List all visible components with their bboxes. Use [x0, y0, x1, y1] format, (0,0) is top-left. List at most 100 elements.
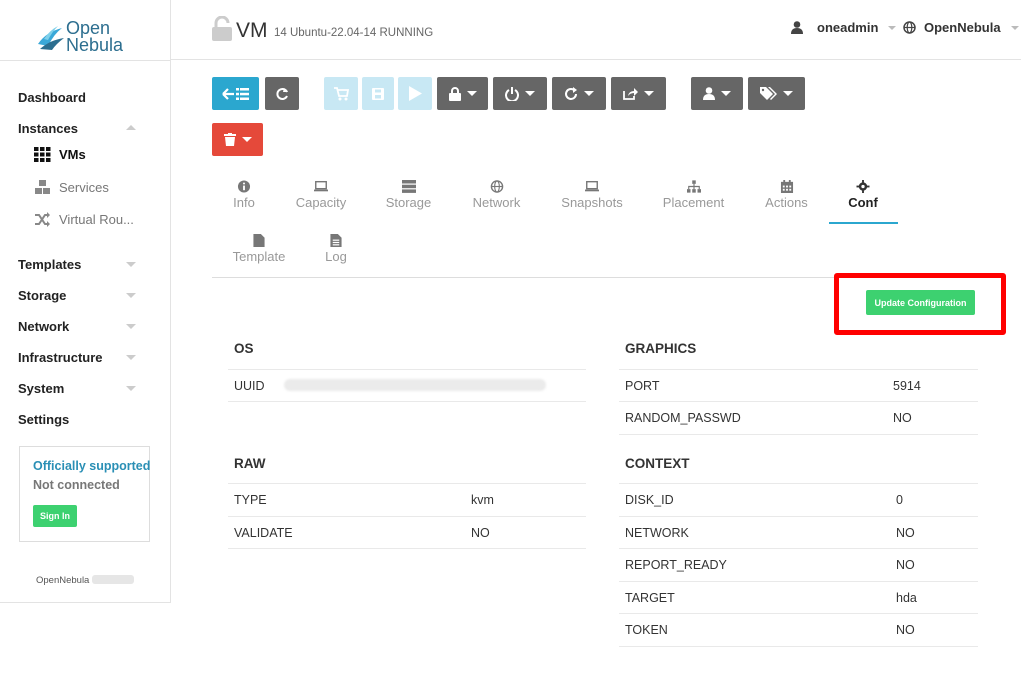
sitemap-icon — [686, 180, 701, 193]
sign-in-button[interactable]: Sign In — [33, 505, 77, 527]
tab-log[interactable]: Log — [320, 234, 352, 264]
laptop-icon — [314, 180, 328, 192]
cart-icon — [333, 86, 349, 100]
active-tab-indicator — [829, 222, 898, 224]
power-dropdown-button[interactable] — [493, 77, 547, 110]
user-icon — [703, 87, 715, 100]
file-icon — [253, 234, 265, 247]
table-row: TYPE kvm — [228, 483, 586, 515]
table-row: REPORT_READY NO — [619, 548, 978, 580]
tab-actions[interactable]: Actions — [760, 180, 813, 210]
sidebar-item-instances[interactable]: Instances — [18, 121, 78, 136]
tab-network[interactable]: Network — [466, 180, 527, 210]
sidebar-subitem-services[interactable]: Services — [34, 180, 109, 195]
sidebar-subitem-label: VMs — [59, 147, 86, 162]
row-key: UUID — [234, 379, 265, 393]
sidebar-item-templates[interactable]: Templates — [18, 257, 81, 272]
user-menu[interactable]: oneadmin — [791, 20, 897, 35]
version-text: OpenNebula — [36, 575, 90, 586]
play-button[interactable] — [398, 77, 432, 110]
tab-label: Actions — [765, 195, 808, 210]
sidebar-item-storage[interactable]: Storage — [18, 288, 66, 303]
caret-down-icon — [721, 91, 731, 96]
grid-icon — [34, 147, 51, 162]
migrate-dropdown-button[interactable] — [611, 77, 666, 110]
row-key: VALIDATE — [234, 526, 293, 540]
unlock-icon — [212, 16, 232, 41]
support-status: Not connected — [33, 478, 120, 492]
tab-storage[interactable]: Storage — [381, 180, 436, 210]
refresh-icon — [276, 87, 288, 100]
deploy-button[interactable] — [324, 77, 358, 110]
uuid-value-blurred — [284, 379, 546, 394]
globe-icon — [490, 180, 503, 193]
back-list-icon — [221, 87, 249, 100]
cubes-icon — [35, 180, 50, 194]
lock-dropdown-button[interactable] — [437, 77, 488, 110]
chevron-down-icon — [126, 262, 136, 267]
gear-icon — [856, 180, 870, 193]
tab-info[interactable]: Info — [224, 180, 264, 210]
update-configuration-button[interactable]: Update Configuration — [866, 290, 975, 315]
row-key: PORT — [625, 379, 660, 393]
section-title-context: CONTEXT — [625, 456, 690, 471]
table-row: UUID — [228, 369, 586, 401]
row-value: NO — [893, 411, 912, 425]
tab-template[interactable]: Template — [228, 234, 290, 264]
nebula-logo-icon — [38, 26, 64, 50]
tab-label: Conf — [848, 195, 878, 210]
row-value: hda — [896, 591, 917, 605]
chevron-down-icon — [126, 386, 136, 391]
table-row: TARGET hda — [619, 581, 978, 613]
tab-label: Info — [233, 195, 255, 210]
sidebar-item-system[interactable]: System — [18, 381, 64, 396]
file-text-icon — [330, 234, 342, 247]
sidebar-item-infrastructure[interactable]: Infrastructure — [18, 350, 103, 365]
sidebar-item-network[interactable]: Network — [18, 319, 69, 334]
row-value: NO — [896, 526, 915, 540]
table-row: NETWORK NO — [619, 516, 978, 548]
delete-dropdown-button[interactable] — [212, 123, 263, 156]
section-title-graphics: GRAPHICS — [625, 341, 697, 356]
user-icon — [791, 21, 803, 34]
tab-snapshots[interactable]: Snapshots — [557, 180, 627, 210]
chevron-up-icon — [126, 125, 136, 130]
save-button[interactable] — [362, 77, 394, 110]
opennebula-logo[interactable]: Open Nebula — [36, 19, 146, 56]
row-value: kvm — [471, 493, 494, 507]
tab-label: Capacity — [295, 195, 347, 210]
logo-text-nebula: Nebula — [66, 35, 124, 55]
row-key: TOKEN — [625, 623, 668, 637]
tab-conf[interactable]: Conf — [838, 180, 888, 210]
row-value: 5914 — [893, 379, 921, 393]
table-row: TOKEN NO — [619, 613, 978, 645]
section-title-os: OS — [234, 341, 254, 356]
back-to-list-button[interactable] — [212, 77, 259, 110]
chevron-down-icon — [126, 324, 136, 329]
chevron-down-icon — [126, 293, 136, 298]
tab-label: Network — [472, 195, 521, 210]
sidebar-subitem-virtual-routers[interactable]: Virtual Rou... — [34, 212, 134, 227]
page-header: VM 14 Ubuntu-22.04-14 RUNNING oneadmin O… — [171, 0, 1021, 60]
sidebar-item-settings[interactable]: Settings — [18, 412, 69, 427]
row-key: NETWORK — [625, 526, 689, 540]
row-divider — [619, 646, 978, 647]
repeat-icon — [565, 86, 577, 100]
sidebar-subitem-vms[interactable]: VMs — [34, 147, 86, 162]
caret-down-icon — [466, 91, 477, 96]
zone-menu[interactable]: OpenNebula — [903, 20, 1019, 35]
tab-placement[interactable]: Placement — [657, 180, 730, 210]
table-row: PORT 5914 — [619, 369, 978, 401]
caret-down-icon — [241, 137, 252, 142]
labels-dropdown-button[interactable] — [748, 77, 805, 110]
sidebar-item-dashboard[interactable]: Dashboard — [18, 90, 86, 105]
reboot-dropdown-button[interactable] — [552, 77, 606, 110]
tab-label: Placement — [662, 195, 725, 210]
tab-label: Template — [232, 249, 286, 264]
row-key: RANDOM_PASSWD — [625, 411, 741, 425]
tab-capacity[interactable]: Capacity — [290, 180, 352, 210]
refresh-button[interactable] — [265, 77, 299, 110]
user-dropdown-button[interactable] — [691, 77, 743, 110]
save-icon — [372, 87, 384, 100]
sidebar: Open Nebula Dashboard Instances VMs Serv… — [0, 0, 171, 603]
